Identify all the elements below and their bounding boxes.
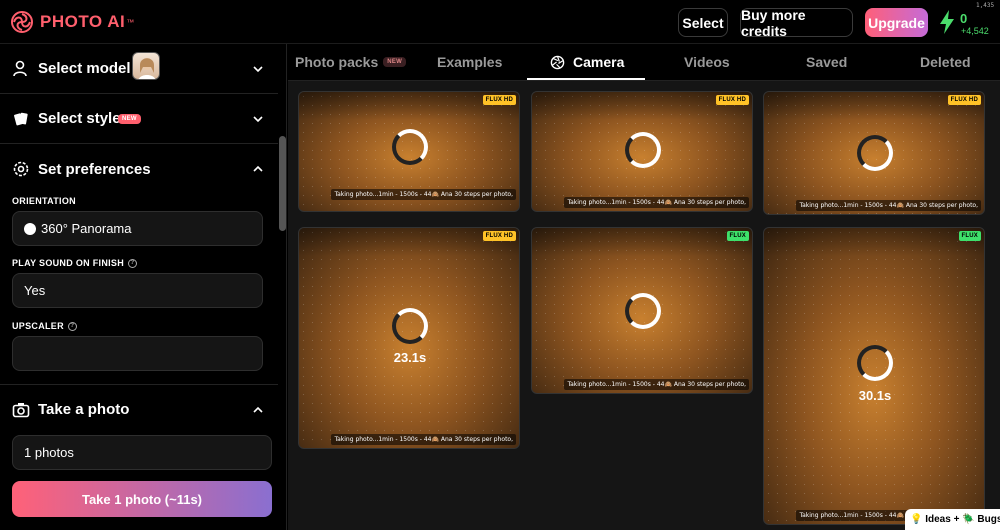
user-icon: [13, 60, 27, 76]
upscaler-label: UPSCALER?: [12, 321, 77, 331]
logo-text: PHOTO AI: [40, 12, 126, 31]
loading-spinner-icon: [625, 132, 661, 168]
tab-videos[interactable]: Videos: [684, 44, 730, 80]
lightning-icon: [940, 10, 954, 34]
flux-hd-badge: FLUX HD: [482, 231, 516, 241]
buy-credits-button[interactable]: Buy more credits: [740, 7, 853, 39]
logo-trademark: ™: [126, 17, 135, 27]
tab-saved[interactable]: Saved: [806, 44, 847, 80]
active-tab-indicator: [527, 78, 645, 80]
aperture-icon: [550, 55, 565, 69]
orientation-label: ORIENTATION: [12, 196, 76, 206]
elapsed-timer: 30.1s: [858, 388, 892, 403]
sidebar: Select model Select style NEW Set prefer…: [0, 44, 287, 530]
flux-hd-badge: FLUX HD: [947, 95, 981, 105]
take-photo-title: Take a photo: [38, 401, 130, 418]
new-badge: NEW: [383, 57, 407, 67]
loading-spinner-icon: [625, 293, 661, 329]
loading-spinner-icon: [392, 308, 428, 344]
tab-examples[interactable]: Examples: [437, 44, 502, 80]
play-sound-label: PLAY SOUND ON FINISH?: [12, 258, 138, 268]
upgrade-button[interactable]: Upgrade: [865, 8, 928, 37]
photo-card[interactable]: FLUX HD 23.1s Taking photo...1min - 1500…: [298, 227, 520, 449]
feedback-button[interactable]: 💡 Ideas + 🪲 Bugs: [905, 509, 1000, 530]
play-sound-select[interactable]: Yes: [12, 273, 263, 308]
model-avatar[interactable]: [132, 52, 160, 80]
status-caption: Taking photo...1min - 1500s - 44🙈 Ana 30…: [564, 197, 749, 208]
sidebar-scrollbar[interactable]: [279, 136, 286, 231]
loading-spinner-icon: [392, 129, 428, 165]
logo-swirl-icon: [11, 11, 33, 33]
select-model-section[interactable]: Select model: [0, 44, 278, 94]
flux-badge: FLUX: [726, 231, 749, 241]
tab-camera[interactable]: Camera: [550, 44, 624, 80]
orientation-select[interactable]: 360° Panorama: [12, 211, 263, 246]
set-preferences-section[interactable]: Set preferences: [0, 144, 278, 194]
flux-hd-badge: FLUX HD: [482, 95, 516, 105]
orientation-value: 360° Panorama: [41, 221, 132, 236]
select-style-section[interactable]: Select style NEW: [0, 94, 278, 144]
panorama-dot-icon: [24, 222, 36, 235]
select-model-title: Select model: [38, 60, 131, 77]
photo-count-value: 1 photos: [24, 445, 74, 460]
status-caption: Taking photo...1min - 1500s - 44🙈 Ana 30…: [331, 189, 516, 200]
photo-count-input[interactable]: 1 photos: [12, 435, 272, 470]
chevron-up-icon: [253, 165, 263, 172]
chevron-up-icon: [253, 406, 263, 413]
select-style-title: Select style: [38, 110, 121, 127]
photo-card[interactable]: FLUX HD Taking photo...1min - 1500s - 44…: [531, 91, 753, 212]
flux-hd-badge: FLUX HD: [715, 95, 749, 105]
photo-card[interactable]: FLUX 30.1s Taking photo...1min - 1500s -…: [763, 227, 985, 525]
camera-icon: [12, 402, 30, 417]
take-photo-button[interactable]: Take 1 photo (~11s): [12, 481, 272, 517]
status-caption: Taking photo...1min - 1500s - 44🙈 Ana 30…: [331, 434, 516, 445]
take-photo-section[interactable]: Take a photo: [0, 384, 278, 434]
play-sound-value: Yes: [24, 283, 46, 298]
loading-spinner-icon: [857, 345, 893, 381]
tab-photo-packs[interactable]: Photo packs NEW: [295, 44, 407, 80]
photo-card[interactable]: FLUX Taking photo...1min - 1500s - 44🙈 A…: [531, 227, 753, 394]
set-preferences-title: Set preferences: [38, 160, 151, 178]
loading-spinner-icon: [857, 135, 893, 171]
credits-balance: 0: [960, 11, 968, 26]
flux-badge: FLUX: [958, 231, 981, 241]
status-caption: Taking photo...1min - 1500s - 44🙈 Ana 30…: [564, 379, 749, 390]
style-cards-icon: [14, 112, 28, 125]
select-button[interactable]: Select: [678, 8, 728, 37]
status-caption: Taking photo...1min - 1500s - 44🙈 Ana 30…: [796, 200, 981, 211]
tab-bar: Photo packs NEW Examples Camera Videos S…: [288, 44, 1000, 81]
counter-readout: 1,435: [976, 2, 995, 9]
credits-added: +4,542: [961, 26, 989, 36]
photo-card[interactable]: FLUX HD Taking photo...1min - 1500s - 44…: [763, 91, 985, 215]
logo[interactable]: PHOTO AI ™: [10, 10, 134, 34]
gear-icon: [13, 161, 29, 177]
upscaler-select[interactable]: [12, 336, 263, 371]
photo-grid: FLUX HD Taking photo...1min - 1500s - 44…: [288, 81, 1000, 530]
chevron-down-icon: [253, 115, 263, 122]
help-icon[interactable]: ?: [128, 258, 138, 268]
tab-deleted[interactable]: Deleted: [920, 44, 971, 80]
help-icon[interactable]: ?: [67, 321, 77, 331]
top-header: PHOTO AI ™ Select Buy more credits Upgra…: [0, 0, 1000, 44]
photo-card[interactable]: FLUX HD Taking photo...1min - 1500s - 44…: [298, 91, 520, 212]
chevron-down-icon: [253, 65, 263, 72]
new-badge: NEW: [118, 114, 141, 124]
elapsed-timer: 23.1s: [393, 350, 427, 365]
